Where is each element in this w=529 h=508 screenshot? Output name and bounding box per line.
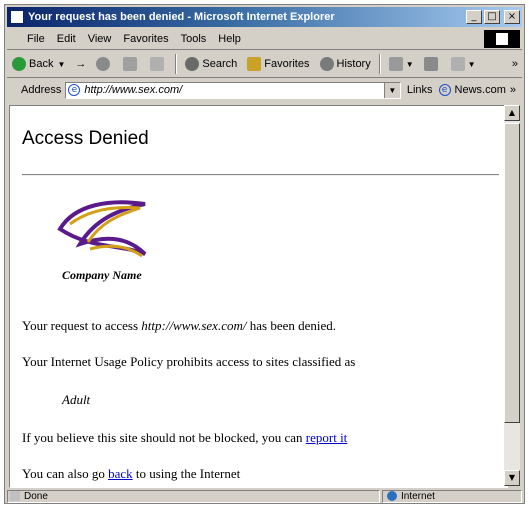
company-logo — [57, 200, 147, 258]
scroll-thumb[interactable] — [504, 123, 520, 423]
address-bar: Address e http://www.sex.com/ ▼ Links e … — [7, 79, 522, 101]
back-button[interactable]: Back ▼ — [7, 53, 70, 75]
security-zone: Internet — [382, 489, 522, 503]
edit-button[interactable]: ▼ — [446, 53, 481, 75]
vertical-scrollbar[interactable]: ▲ ▼ — [504, 105, 520, 486]
windows-logo-icon — [484, 30, 520, 48]
ie-icon — [10, 10, 24, 24]
report-message: If you believe this site should not be b… — [22, 430, 347, 446]
close-button[interactable]: × — [504, 10, 520, 24]
address-field[interactable]: e http://www.sex.com/ ▼ — [65, 81, 401, 99]
links-label[interactable]: Links — [407, 84, 433, 96]
home-icon — [150, 57, 165, 71]
mail-dropdown-icon: ▼ — [405, 59, 414, 69]
address-value[interactable]: http://www.sex.com/ — [84, 84, 182, 96]
report-link[interactable]: report it — [306, 430, 348, 445]
menu-tools[interactable]: Tools — [175, 33, 213, 45]
policy-message: Your Internet Usage Policy prohibits acc… — [22, 354, 356, 369]
back-text-start: You can also go — [22, 466, 109, 481]
search-icon — [185, 57, 200, 71]
address-dropdown-icon[interactable]: ▼ — [383, 82, 400, 98]
edit-dropdown-icon: ▼ — [467, 59, 476, 69]
mail-button[interactable]: ▼ — [384, 53, 419, 75]
divider — [22, 174, 499, 176]
back-message: You can also go back to using the Intern… — [22, 466, 240, 482]
edit-icon — [450, 57, 465, 71]
links-overflow-icon[interactable]: » — [510, 84, 516, 96]
page-title: Access Denied — [22, 128, 149, 149]
blocked-category: Adult — [62, 392, 91, 407]
menu-bar: File Edit View Favorites Tools Help — [7, 29, 522, 50]
favorites-icon — [247, 57, 262, 71]
back-text-end: to using the Internet — [132, 466, 241, 481]
window-title: Your request has been denied - Microsoft… — [28, 11, 335, 23]
print-icon — [423, 57, 438, 71]
report-text: If you believe this site should not be b… — [22, 430, 306, 445]
denied-text-start: Your request to access — [22, 318, 142, 333]
denied-message: Your request to access http://www.sex.co… — [22, 318, 336, 334]
scroll-up-icon[interactable]: ▲ — [504, 105, 520, 121]
toolbar-overflow-icon[interactable]: » — [512, 58, 522, 70]
forward-arrow-icon: → — [75, 58, 87, 70]
menu-view[interactable]: View — [82, 33, 118, 45]
search-label: Search — [202, 58, 238, 70]
menu-help[interactable]: Help — [212, 33, 247, 45]
page-status-icon — [10, 491, 20, 501]
company-name: Company Name — [62, 268, 142, 282]
print-button[interactable] — [419, 53, 446, 75]
menu-favorites[interactable]: Favorites — [117, 33, 174, 45]
menu-file[interactable]: File — [21, 33, 51, 45]
links-bar: Links e News.com » — [401, 84, 522, 96]
address-label: Address — [21, 84, 62, 96]
back-dropdown-icon[interactable]: ▼ — [57, 60, 65, 69]
menu-edit[interactable]: Edit — [51, 33, 82, 45]
history-button[interactable]: History — [315, 53, 376, 75]
back-link[interactable]: back — [108, 466, 133, 481]
zone-text: Internet — [401, 490, 435, 502]
browser-window: Your request has been denied - Microsoft… — [4, 4, 525, 504]
back-label: Back — [29, 58, 54, 70]
refresh-icon — [123, 57, 138, 71]
minimize-button[interactable]: _ — [466, 10, 482, 24]
globe-icon — [387, 491, 397, 501]
forward-button[interactable]: → — [70, 53, 91, 75]
status-text: Done — [24, 490, 48, 502]
maximize-button[interactable]: □ — [484, 10, 500, 24]
toolbar-divider — [378, 54, 381, 74]
link-page-icon: e — [438, 84, 451, 96]
stop-icon — [96, 57, 111, 71]
status-done: Done — [7, 489, 380, 503]
history-label: History — [336, 58, 371, 70]
mail-icon — [388, 57, 403, 71]
toolbar-divider — [175, 54, 178, 74]
refresh-button[interactable] — [118, 53, 145, 75]
title-bar[interactable]: Your request has been denied - Microsoft… — [7, 7, 522, 27]
home-button[interactable] — [145, 53, 172, 75]
page-content: Access Denied Company Name Your request … — [9, 105, 508, 488]
back-arrow-icon — [12, 57, 26, 71]
favorites-button[interactable]: Favorites — [242, 53, 314, 75]
denied-url: http://www.sex.com/ — [141, 318, 247, 333]
status-bar: Done Internet — [7, 489, 522, 503]
page-icon: e — [68, 84, 81, 96]
denied-text-end: has been denied. — [246, 318, 337, 333]
search-button[interactable]: Search — [180, 53, 242, 75]
scroll-down-icon[interactable]: ▼ — [504, 470, 520, 486]
history-icon — [319, 57, 334, 71]
links-item[interactable]: News.com — [455, 84, 506, 96]
stop-button[interactable] — [91, 53, 118, 75]
standard-toolbar: Back ▼ → Search Favorites History ▼ ▼ » — [7, 51, 522, 78]
favorites-label: Favorites — [264, 58, 310, 70]
